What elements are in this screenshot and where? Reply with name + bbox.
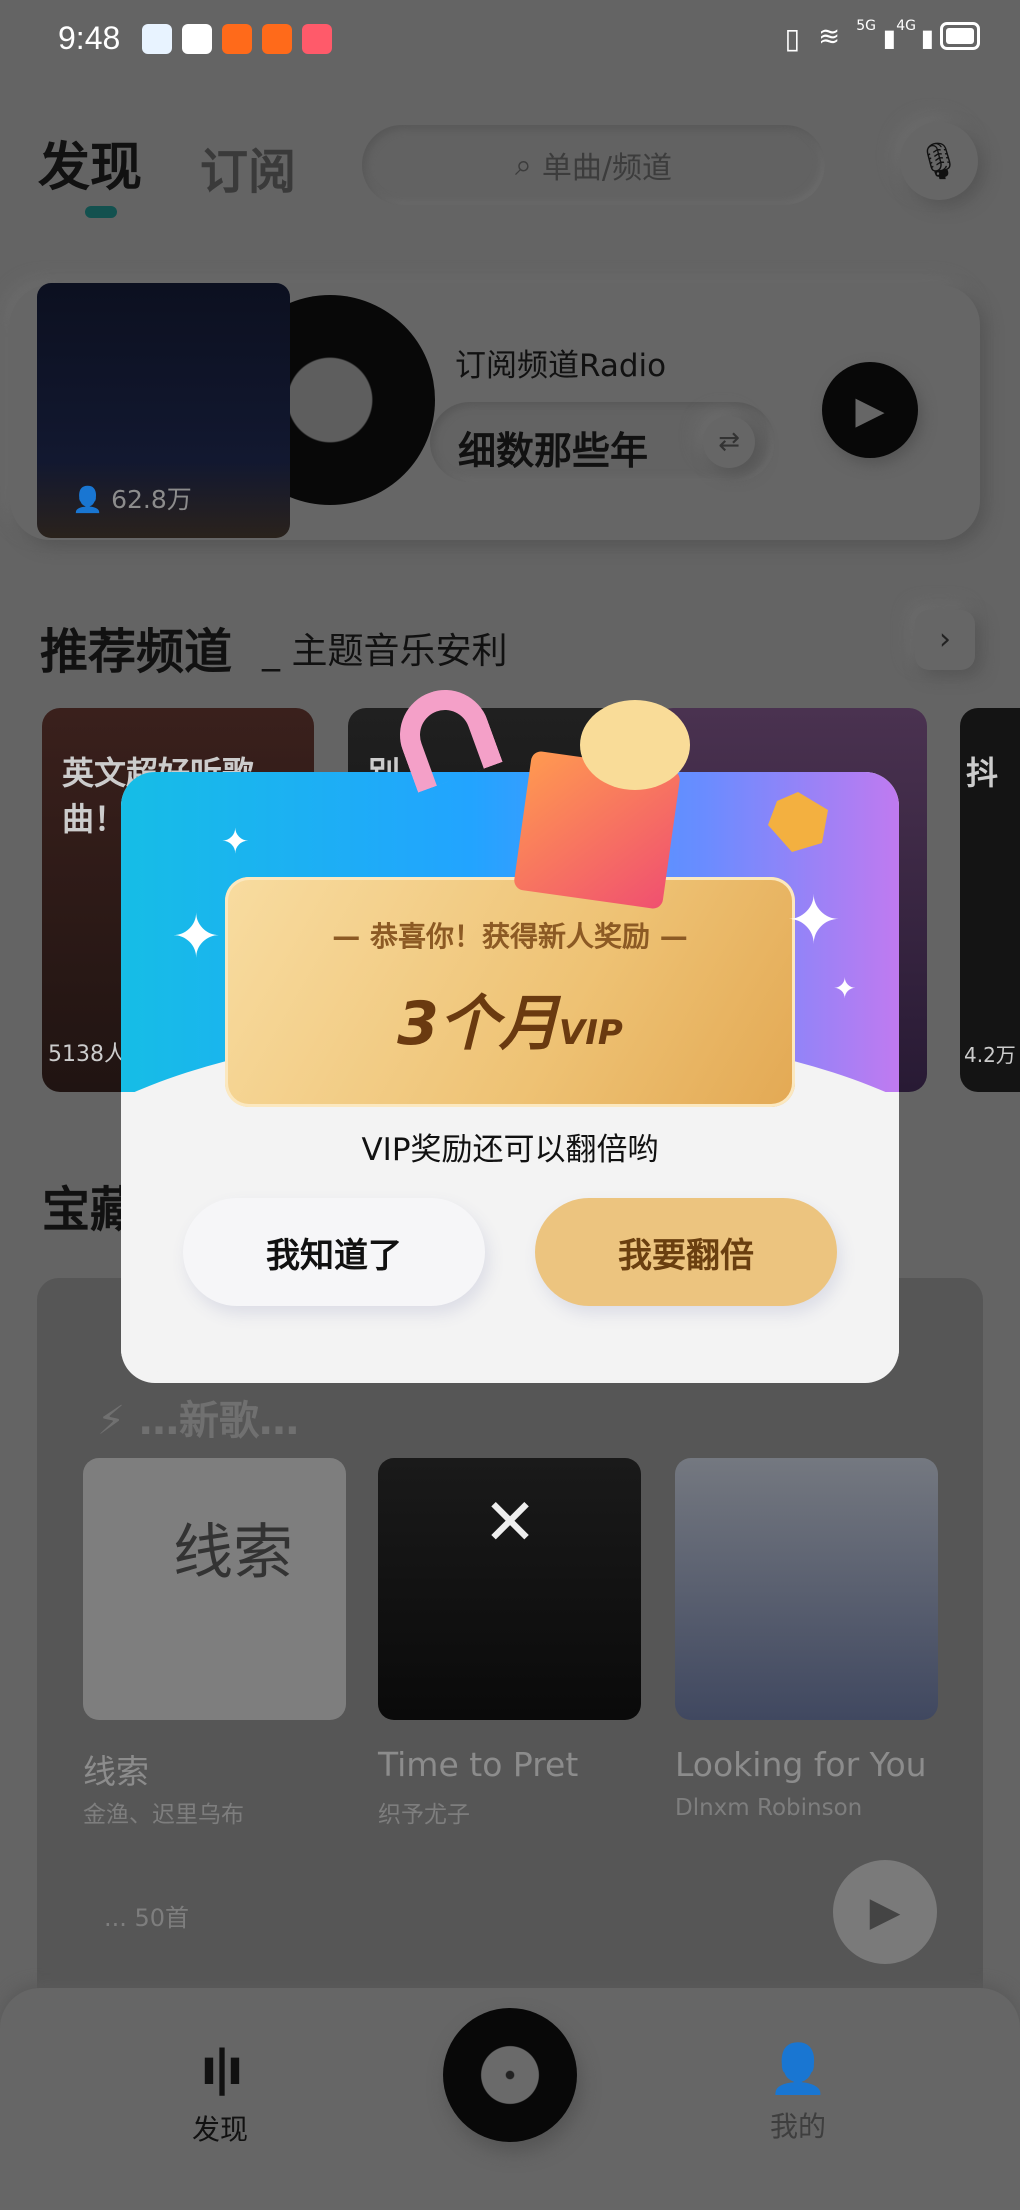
track-cover[interactable]: [675, 1458, 938, 1720]
cloud-app-icon: [142, 24, 172, 54]
track-count: ... 50首: [104, 1904, 190, 1932]
mic-music-icon: 🎙: [916, 141, 962, 182]
status-bar: 9:48 ▯ ≋ 5G ▮ 4G ▮: [58, 18, 980, 62]
nav-discover[interactable]: ı|ı 发现: [180, 2040, 260, 2148]
book-app-icon: [302, 24, 332, 54]
channel-title: 抖: [966, 754, 999, 792]
search-icon: ⌕: [515, 147, 532, 183]
voice-search-button[interactable]: 🎙: [900, 122, 978, 200]
signal-icon: ▮: [882, 24, 896, 52]
network-5g: 5G: [856, 18, 876, 34]
popup-message: VIP奖励还可以翻倍哟: [361, 1132, 659, 1168]
sparkle-icon: ✦: [786, 882, 842, 959]
radio-title: 订阅频道Radio: [455, 348, 667, 384]
search-placeholder: 单曲/频道: [541, 151, 672, 186]
chevron-right-icon: ›: [939, 622, 951, 657]
track-title: Looking for You: [675, 1745, 927, 1784]
reward-header: — 恭喜你！获得新人奖励 —: [332, 920, 688, 953]
play-button[interactable]: ▶: [822, 362, 918, 458]
play-icon: ▶: [869, 1889, 901, 1935]
playlist-play-button[interactable]: ▶: [833, 1860, 937, 1964]
channel-count: 5138人: [48, 1042, 126, 1067]
listeners-count: 👤 62.8万: [72, 485, 192, 514]
nav-label: 我的: [769, 2110, 826, 2143]
current-song: 细数那些年: [458, 429, 649, 473]
sparkle-icon: ✦: [171, 902, 222, 972]
playlist-title: ⚡ …新歌…: [97, 1398, 300, 1444]
sparkle-icon: ✦: [833, 972, 857, 1005]
track-title: Time to Pret: [378, 1745, 579, 1784]
status-time: 9:48: [58, 20, 121, 56]
nav-label: 发现: [191, 2113, 248, 2146]
close-popup-button[interactable]: ✕: [480, 1491, 540, 1555]
reward-card: — 恭喜你！获得新人奖励 — 3个月VIP: [225, 877, 795, 1107]
play-icon: ▶: [855, 388, 885, 432]
more-channels-button[interactable]: ›: [915, 610, 975, 670]
channel-card[interactable]: 抖 4.2万: [960, 708, 1020, 1092]
vibrate-icon: ▯: [784, 22, 800, 55]
sound-wave-icon: ı|ı: [200, 2040, 243, 2096]
wifi-icon: ≋: [818, 22, 840, 52]
radio-cover: 👤 62.8万: [37, 283, 290, 538]
tab-subscribe[interactable]: 订阅: [200, 132, 296, 202]
now-playing-vinyl-button[interactable]: [443, 2008, 577, 2142]
taobao-icon: [262, 24, 292, 54]
track-artist: 金渔、迟里乌布: [83, 1802, 244, 1828]
gift-bow: [580, 700, 690, 790]
signal-icon: ▮: [920, 24, 934, 52]
dismiss-button[interactable]: 我知道了: [183, 1198, 485, 1306]
qq-icon: [182, 24, 212, 54]
double-reward-button[interactable]: 我要翻倍: [535, 1198, 837, 1306]
track-title: 线索: [83, 1752, 149, 1791]
tab-indicator: [85, 206, 117, 218]
nav-mine[interactable]: 👤 我的: [758, 2040, 838, 2145]
tab-discover[interactable]: 发现: [38, 125, 142, 200]
search-input[interactable]: ⌕ 单曲/频道: [362, 125, 825, 205]
user-icon: 👤: [768, 2041, 828, 2097]
channel-count: 4.2万: [964, 1043, 1016, 1067]
reward-amount: 3个月VIP: [397, 989, 623, 1059]
switch-icon[interactable]: ⇄: [703, 416, 755, 468]
sparkle-icon: ✦: [221, 822, 250, 862]
taobao-icon: [222, 24, 252, 54]
track-artist: Dlnxm Robinson: [675, 1795, 863, 1821]
close-icon: ✕: [483, 1486, 537, 1560]
track-artist: 织予尤子: [378, 1802, 470, 1828]
song-pill[interactable]: 细数那些年 ⇄: [430, 402, 775, 482]
section-subtitle: _ 主题音乐安利: [262, 631, 508, 672]
section-title-recommended: 推荐频道: [40, 624, 233, 680]
track-cover[interactable]: 线索: [83, 1458, 346, 1720]
network-4g: 4G: [896, 18, 916, 34]
battery-icon: [940, 22, 980, 50]
